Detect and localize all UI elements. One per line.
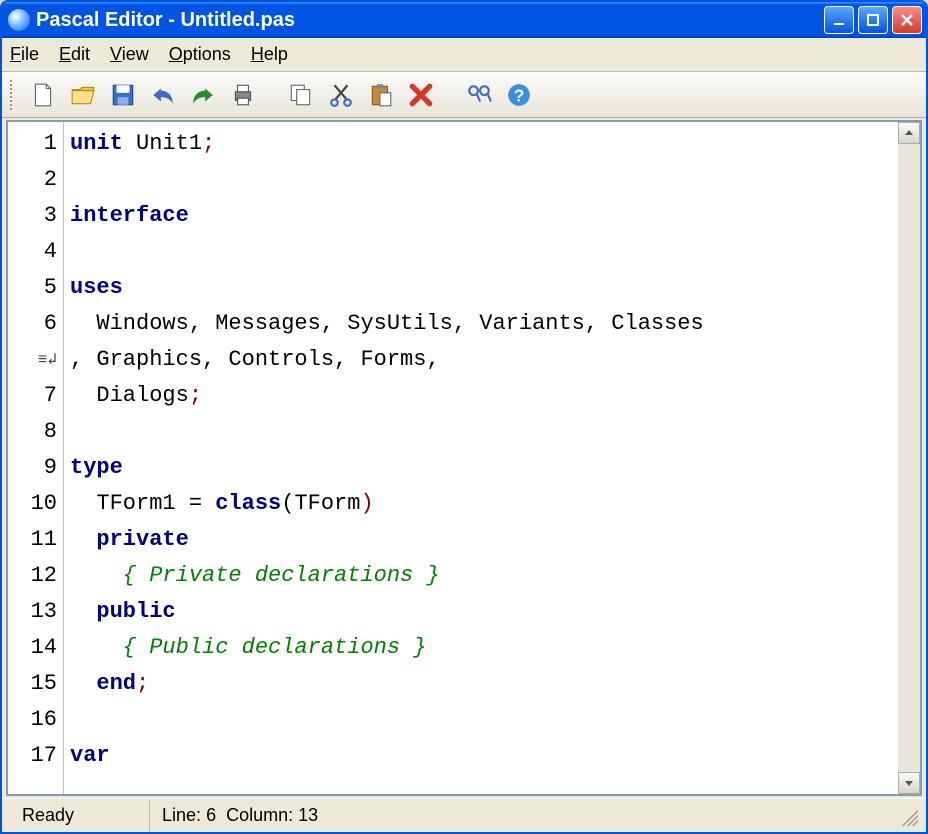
maximize-button[interactable] [858,6,888,34]
line-num: 13 [8,594,57,630]
find-button[interactable] [462,78,496,112]
window-title: Pascal Editor - Untitled.pas [36,9,824,32]
line-num: 16 [8,702,57,738]
redo-button[interactable] [186,78,220,112]
editor-area: 1 2 3 4 5 6 ≡↲ 7 8 9 10 11 12 13 14 15 1… [6,120,922,796]
resize-grip-icon[interactable] [898,806,918,826]
line-num: 8 [8,414,57,450]
minimize-button[interactable] [824,6,854,34]
toolbar: ? [2,72,926,118]
menubar: File Edit View Options Help [2,38,926,72]
line-gutter: 1 2 3 4 5 6 ≡↲ 7 8 9 10 11 12 13 14 15 1… [8,122,64,794]
line-num: 4 [8,234,57,270]
help-button[interactable]: ? [502,78,536,112]
status-position: Line: 6 Column: 13 [150,799,530,832]
menu-view[interactable]: View [110,44,149,65]
line-num: 3 [8,198,57,234]
app-icon [8,9,30,31]
cut-button[interactable] [324,78,358,112]
line-num: 1 [8,126,57,162]
code-editor[interactable]: unit Unit1; interface uses Windows, Mess… [64,122,898,794]
undo-button[interactable] [146,78,180,112]
status-ready: Ready [10,799,150,832]
line-num: 2 [8,162,57,198]
save-button[interactable] [106,78,140,112]
print-button[interactable] [226,78,260,112]
svg-text:?: ? [514,86,525,106]
line-num: 9 [8,450,57,486]
scroll-track[interactable] [898,144,920,772]
line-num: 5 [8,270,57,306]
toolbar-grip[interactable] [10,80,16,110]
wrap-marker-icon: ≡↲ [8,342,57,378]
menu-edit[interactable]: Edit [59,44,90,65]
menu-help[interactable]: Help [251,44,288,65]
titlebar[interactable]: Pascal Editor - Untitled.pas [2,2,926,38]
delete-button[interactable] [404,78,438,112]
scroll-down-icon[interactable] [898,772,920,794]
close-button[interactable] [892,6,922,34]
vertical-scrollbar[interactable] [898,122,920,794]
paste-button[interactable] [364,78,398,112]
menu-options[interactable]: Options [169,44,231,65]
open-button[interactable] [66,78,100,112]
line-num: 14 [8,630,57,666]
window: Pascal Editor - Untitled.pas File Edit V… [0,0,928,834]
menu-file[interactable]: File [10,44,39,65]
line-num: 12 [8,558,57,594]
line-num: 17 [8,738,57,774]
line-num: 11 [8,522,57,558]
line-num: 10 [8,486,57,522]
new-button[interactable] [26,78,60,112]
scroll-up-icon[interactable] [898,122,920,144]
statusbar: Ready Line: 6 Column: 13 [2,798,926,832]
copy-button[interactable] [284,78,318,112]
line-num: 15 [8,666,57,702]
line-num: 7 [8,378,57,414]
line-num: 6 [8,306,57,342]
